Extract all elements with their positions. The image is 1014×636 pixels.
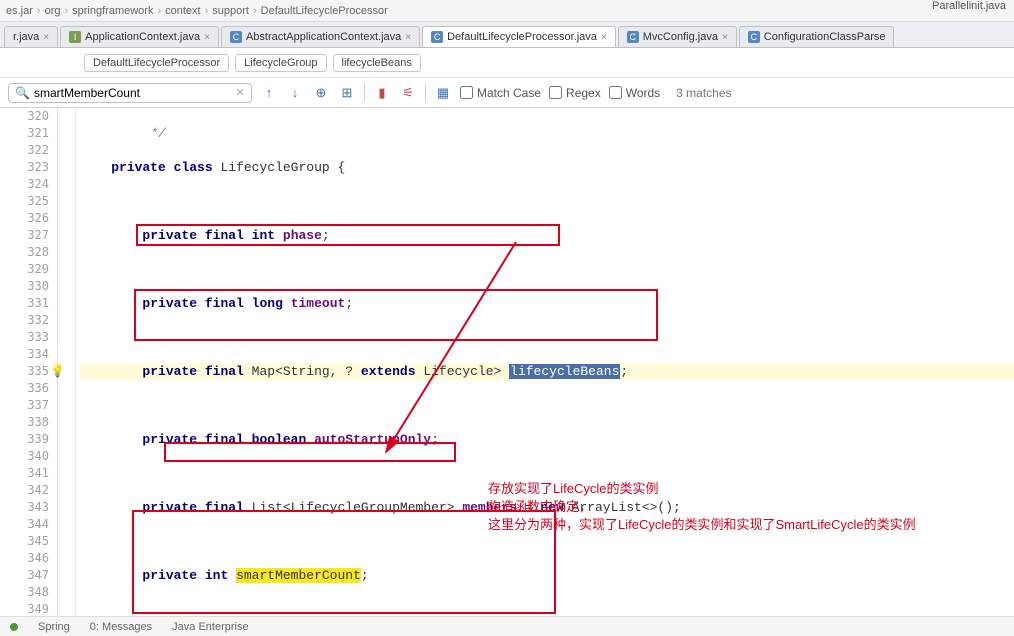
annotation-text: 存放实现了LifeCycle的类实例构造函数中确定，这里分为两种，实现了Life… [488, 444, 916, 570]
regex-checkbox[interactable]: Regex [549, 86, 601, 100]
search-input[interactable] [34, 86, 236, 100]
status-bar: Spring 0: Messages Java Enterprise [0, 616, 1014, 636]
structure-breadcrumb: DefaultLifecycleProcessor LifecycleGroup… [0, 48, 1014, 78]
editor-area[interactable]: 3203213223233243253263273283293303313323… [0, 108, 1014, 636]
crumb-field[interactable]: lifecycleBeans [333, 54, 421, 72]
status-dot-icon [10, 623, 18, 631]
select-all-icon[interactable]: ⊞ [338, 84, 356, 102]
tab-mvcconfig[interactable]: CMvcConfig.java× [618, 26, 737, 47]
close-icon[interactable]: × [601, 32, 607, 43]
status-spring[interactable]: Spring [38, 621, 70, 633]
close-icon[interactable]: × [43, 32, 49, 43]
status-java-enterprise[interactable]: Java Enterprise [172, 621, 248, 633]
clear-icon[interactable]: ✕ [236, 86, 245, 99]
interface-icon: I [69, 31, 81, 43]
tab-applicationcontext[interactable]: IApplicationContext.java× [60, 26, 219, 47]
project-path-crumbs: es.jar› org› springframework› context› s… [0, 0, 1014, 22]
right-file-label: Parallelinit.java [932, 0, 1006, 12]
filter-icon[interactable]: ⚟ [399, 84, 417, 102]
code-content[interactable]: */ private class LifecycleGroup { privat… [76, 108, 1014, 636]
editor-tabs: r.java× IApplicationContext.java× CAbstr… [0, 22, 1014, 48]
next-occurrence-icon[interactable]: ↓ [286, 84, 304, 102]
class-icon: C [627, 31, 639, 43]
close-icon[interactable]: × [405, 32, 411, 43]
tab-defaultlifecycleprocessor[interactable]: CDefaultLifecycleProcessor.java× [422, 26, 616, 47]
find-toolbar: 🔍 ✕ ↑ ↓ ⊕ ⊞ ▮ ⚟ ▦ Match Case Regex Words… [0, 78, 1014, 108]
crumb-inner[interactable]: LifecycleGroup [235, 54, 326, 72]
tab-abstractapplicationcontext[interactable]: CAbstractApplicationContext.java× [221, 26, 420, 47]
class-icon: C [748, 31, 760, 43]
class-icon: C [431, 31, 443, 43]
exclude-icon[interactable]: ▮ [373, 84, 391, 102]
class-icon: C [230, 31, 242, 43]
search-icon: 🔍 [15, 86, 30, 100]
status-messages[interactable]: 0: Messages [90, 621, 152, 633]
tab-configurationclassparse[interactable]: CConfigurationClassParse [739, 26, 895, 47]
search-field-wrap: 🔍 ✕ [8, 83, 252, 103]
add-selection-icon[interactable]: ⊕ [312, 84, 330, 102]
crumb-class[interactable]: DefaultLifecycleProcessor [84, 54, 229, 72]
words-checkbox[interactable]: Words [609, 86, 660, 100]
close-icon[interactable]: × [722, 32, 728, 43]
close-icon[interactable]: × [204, 32, 210, 43]
settings-icon[interactable]: ▦ [434, 84, 452, 102]
match-case-checkbox[interactable]: Match Case [460, 86, 541, 100]
tab-r-java[interactable]: r.java× [4, 26, 58, 47]
prev-occurrence-icon[interactable]: ↑ [260, 84, 278, 102]
intention-bulb-icon[interactable]: 💡 [50, 364, 65, 381]
match-count: 3 matches [676, 86, 731, 100]
